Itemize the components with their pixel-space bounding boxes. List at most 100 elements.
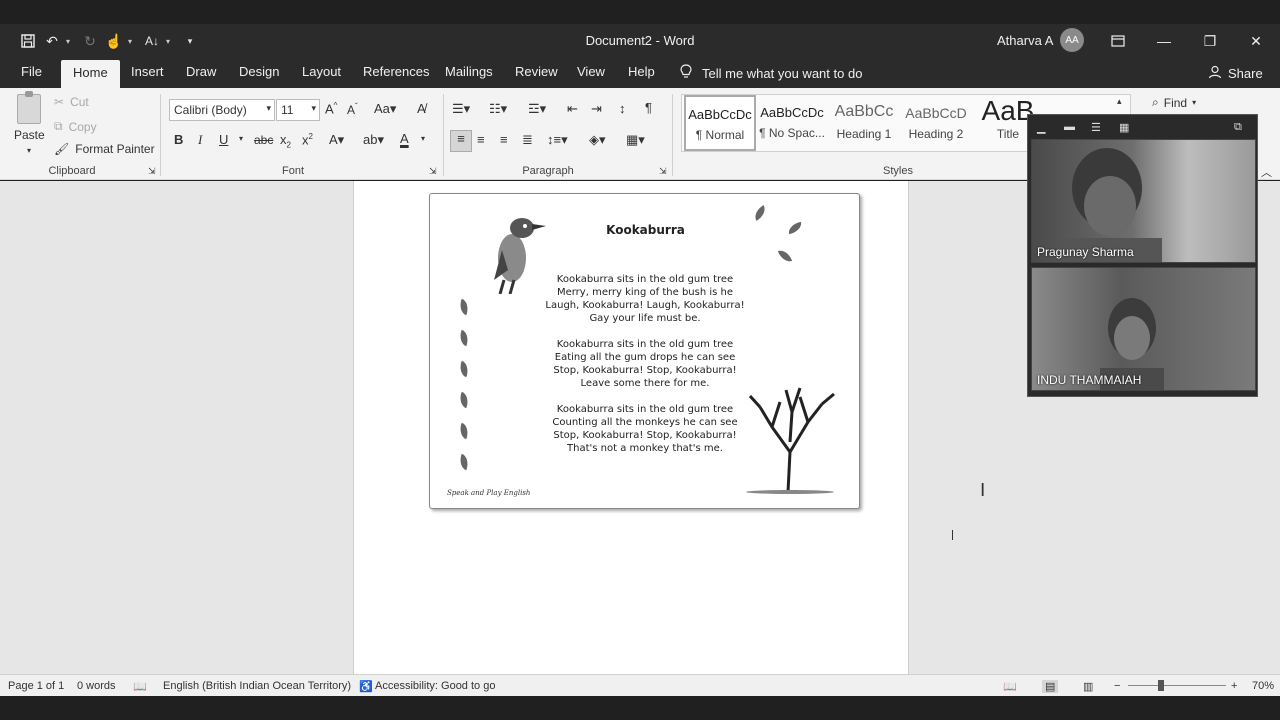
shrink-font-icon[interactable]: Aˇ — [347, 102, 358, 117]
font-size-select[interactable]: 11 ▾ — [276, 99, 320, 121]
paragraph-launcher-icon[interactable]: ⇲ — [659, 166, 667, 177]
tab-design[interactable]: Design — [239, 64, 279, 88]
user-name[interactable]: Atharva A — [997, 33, 1053, 48]
paste-dropdown-icon[interactable]: ▾ — [27, 146, 31, 155]
tell-me-box[interactable]: Tell me what you want to do — [680, 64, 862, 83]
print-layout-icon[interactable]: ▤ — [1042, 680, 1059, 693]
align-right-icon[interactable]: ≡ — [500, 132, 508, 147]
word-count[interactable]: 0 words — [77, 680, 116, 692]
minimize-icon[interactable]: — — [1151, 28, 1177, 54]
redo-icon[interactable]: ↻ — [80, 31, 100, 51]
tab-help[interactable]: Help — [628, 64, 655, 88]
stacked-view-icon[interactable]: ☰ — [1091, 121, 1105, 134]
zoom-out-icon[interactable]: − — [1114, 680, 1120, 692]
find-button[interactable]: ⌕ Find ▾ — [1152, 95, 1196, 110]
grid-view-icon[interactable]: ▦ — [1119, 121, 1133, 134]
subscript-icon[interactable]: x2 — [280, 132, 291, 150]
tab-review[interactable]: Review — [515, 64, 558, 88]
minimize-video-icon[interactable]: ▁ — [1037, 121, 1051, 134]
grow-font-icon[interactable]: A^ — [325, 101, 337, 116]
read-mode-icon[interactable]: 📖 — [1003, 680, 1017, 693]
sort-icon[interactable]: A↓ — [142, 31, 162, 51]
clear-formatting-icon[interactable]: A̸ — [417, 101, 426, 116]
participant-video-tile[interactable]: Pragunay Sharma — [1031, 139, 1256, 263]
poem-line: Kookaburra sits in the old gum tree — [556, 339, 734, 350]
collapse-ribbon-icon[interactable]: ︿ — [1261, 164, 1272, 180]
tab-draw[interactable]: Draw — [186, 64, 216, 88]
touch-mode-icon[interactable]: ☝ — [104, 31, 124, 51]
zoom-slider-handle[interactable] — [1158, 680, 1164, 691]
accessibility-status[interactable]: Accessibility: Good to go — [375, 680, 495, 692]
italic-icon[interactable]: I — [198, 132, 202, 148]
customize-qat-icon[interactable]: ▾ — [180, 31, 200, 51]
pop-out-icon[interactable]: ⧉ — [1234, 121, 1248, 133]
highlight-icon[interactable]: ab▾ — [363, 132, 384, 148]
zoom-in-icon[interactable]: + — [1231, 680, 1237, 692]
tab-layout[interactable]: Layout — [302, 64, 341, 88]
justify-icon[interactable]: ≣ — [522, 132, 533, 148]
tab-references[interactable]: References — [363, 64, 429, 88]
copy-button[interactable]: ⧉ Copy — [54, 119, 97, 134]
change-case-icon[interactable]: Aa▾ — [374, 101, 396, 117]
document-page[interactable]: Kookaburra Kookaburra sits in the old gu… — [353, 181, 953, 674]
close-icon[interactable]: ✕ — [1243, 28, 1269, 54]
restore-icon[interactable]: ❐ — [1197, 28, 1223, 54]
participant-video-tile[interactable]: INDU THAMMAIAH — [1031, 267, 1256, 391]
tab-home[interactable]: Home — [61, 60, 120, 88]
style-normal[interactable]: AaBbCcDc ¶ Normal — [684, 95, 756, 151]
share-button[interactable]: Share — [1208, 65, 1263, 82]
proofing-icon[interactable]: 📖 — [133, 680, 147, 693]
tab-view[interactable]: View — [577, 64, 605, 88]
underline-dropdown-icon[interactable]: ▾ — [239, 134, 243, 143]
chevron-up-icon[interactable]: ▴ — [1117, 96, 1122, 107]
bullets-icon[interactable]: ☰▾ — [452, 101, 470, 117]
line-spacing-icon[interactable]: ↕≡▾ — [547, 132, 568, 148]
undo-dropdown-icon[interactable]: ▾ — [66, 37, 76, 46]
tab-mailings[interactable]: Mailings — [445, 64, 493, 88]
page-count[interactable]: Page 1 of 1 — [8, 680, 64, 692]
zoom-level[interactable]: 70% — [1252, 680, 1274, 692]
language-status[interactable]: English (British Indian Ocean Territory) — [163, 680, 351, 692]
touch-dropdown-icon[interactable]: ▾ — [128, 37, 138, 46]
sort-dropdown-icon[interactable]: ▾ — [166, 37, 176, 46]
format-painter-button[interactable]: 🖌 Format Painter — [54, 142, 155, 156]
strikethrough-icon[interactable]: abc — [254, 133, 273, 147]
paste-button[interactable]: Paste ▾ — [14, 91, 45, 156]
style-heading-1[interactable]: AaBbCc Heading 1 — [828, 95, 900, 151]
multilevel-list-icon[interactable]: ☲▾ — [528, 101, 546, 117]
style-no-spacing[interactable]: AaBbCcDc ¶ No Spac... — [756, 95, 828, 151]
divider — [443, 94, 444, 176]
superscript-icon[interactable]: x2 — [302, 132, 313, 147]
web-layout-icon[interactable]: ▥ — [1083, 680, 1093, 693]
bold-icon[interactable]: B — [174, 132, 183, 147]
text-effects-icon[interactable]: A▾ — [329, 132, 344, 148]
show-formatting-icon[interactable]: ¶ — [645, 100, 652, 115]
font-launcher-icon[interactable]: ⇲ — [429, 166, 437, 177]
clipboard-launcher-icon[interactable]: ⇲ — [148, 166, 156, 177]
poem-line: Kookaburra sits in the old gum tree — [556, 274, 734, 285]
decrease-indent-icon[interactable]: ⇤ — [567, 101, 578, 117]
ribbon-display-options-icon[interactable] — [1105, 28, 1131, 54]
undo-icon[interactable]: ↶ — [42, 31, 62, 51]
increase-indent-icon[interactable]: ⇥ — [591, 101, 602, 117]
tab-file[interactable]: File — [21, 64, 42, 88]
poem-card[interactable]: Kookaburra Kookaburra sits in the old gu… — [429, 193, 953, 540]
borders-icon[interactable]: ▦▾ — [626, 132, 645, 148]
zoom-slider[interactable] — [1128, 685, 1226, 686]
font-color-icon[interactable]: A — [400, 131, 409, 146]
numbering-icon[interactable]: ☷▾ — [489, 101, 507, 117]
avatar[interactable]: AA — [1060, 28, 1084, 52]
align-left-icon[interactable]: ≡ — [450, 130, 472, 152]
scissors-icon: ✂ — [54, 95, 65, 109]
sort-icon[interactable]: ↕ — [619, 101, 626, 116]
font-color-dropdown-icon[interactable]: ▾ — [421, 134, 425, 143]
shading-icon[interactable]: ◈▾ — [589, 132, 606, 148]
font-family-select[interactable]: Calibri (Body) ▾ — [169, 99, 275, 121]
tab-insert[interactable]: Insert — [131, 64, 164, 88]
align-center-icon[interactable]: ≡ — [477, 132, 485, 147]
cut-button[interactable]: ✂ Cut — [54, 95, 89, 109]
style-heading-2[interactable]: AaBbCcD Heading 2 — [900, 95, 972, 151]
underline-icon[interactable]: U — [219, 132, 228, 147]
save-icon[interactable] — [18, 31, 38, 51]
single-view-icon[interactable]: ▬ — [1064, 121, 1078, 133]
